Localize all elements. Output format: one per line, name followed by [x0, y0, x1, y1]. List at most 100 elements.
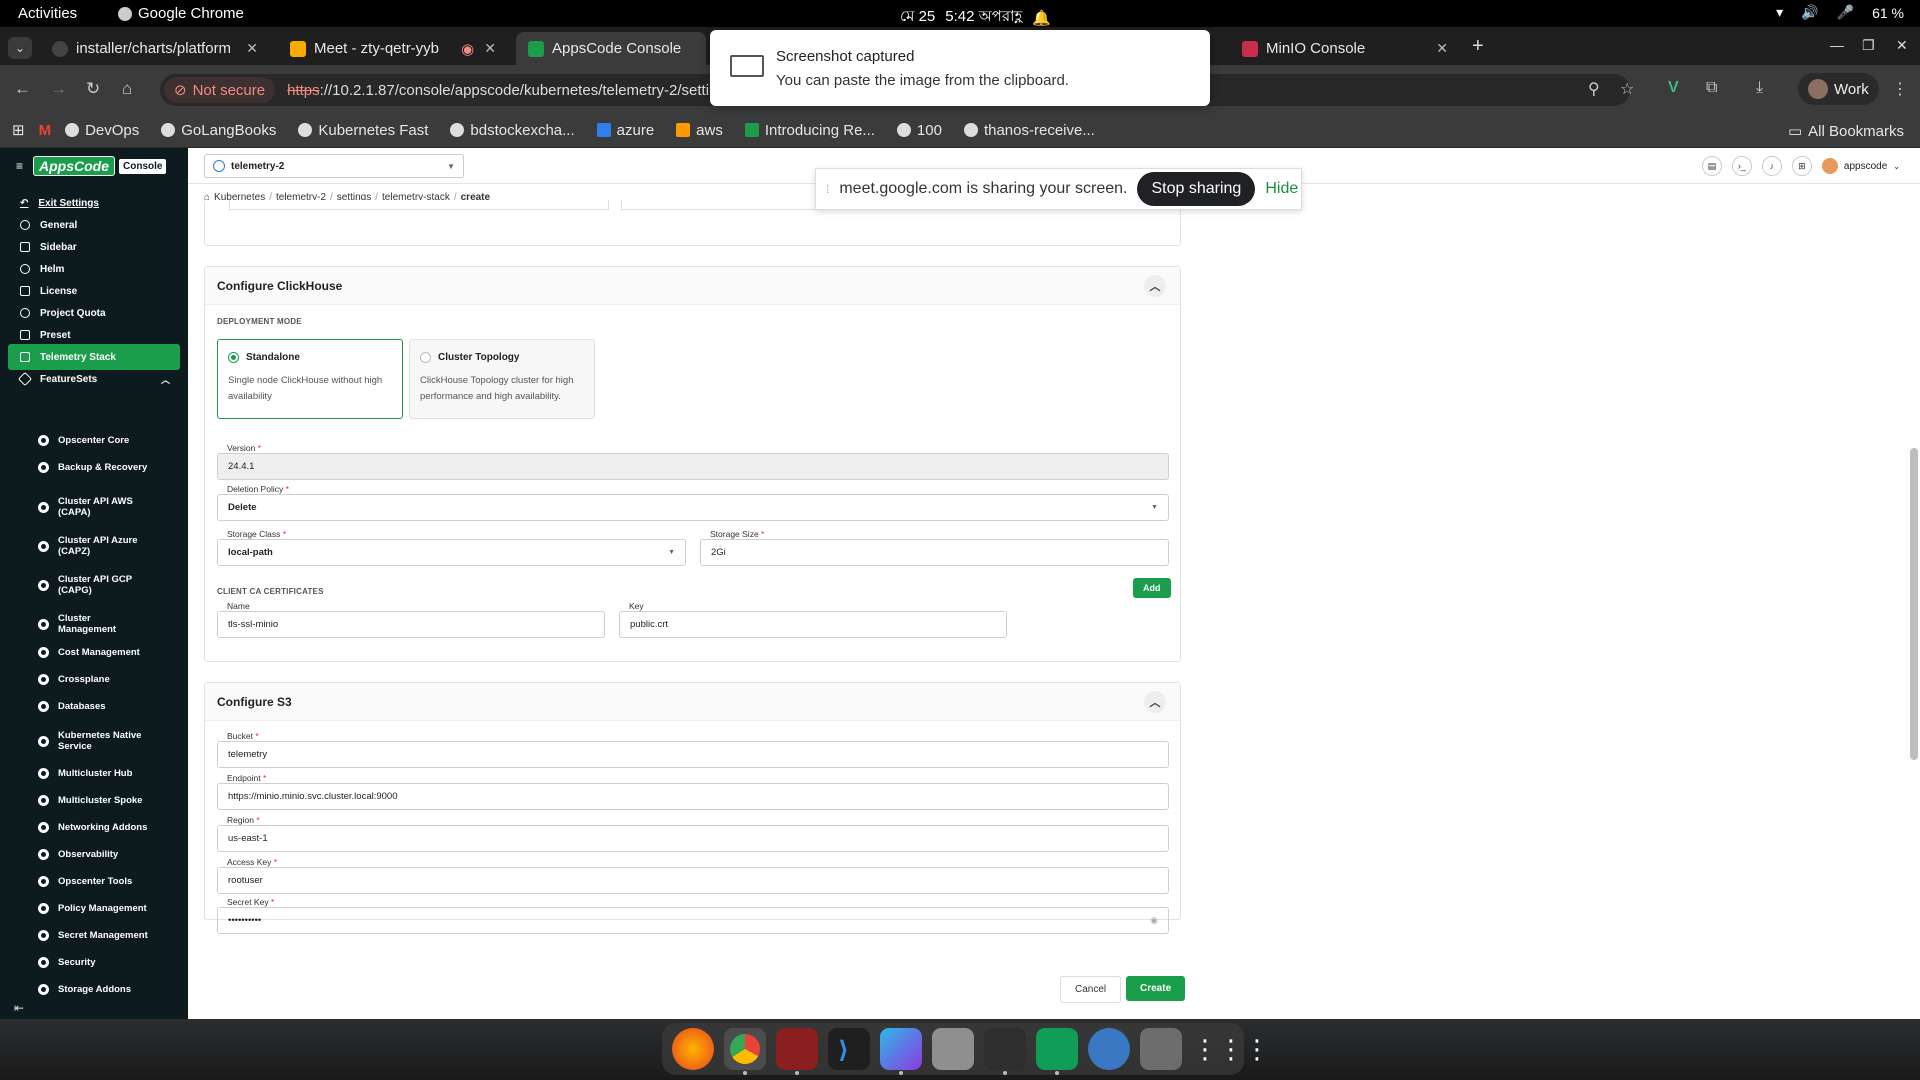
downloads-icon[interactable]: ⤓	[1756, 79, 1763, 97]
section-header[interactable]: Configure S3 ︿	[205, 683, 1180, 721]
close-icon[interactable]: ✕	[1436, 40, 1448, 57]
bookmark-item[interactable]: bdstockexcha...	[450, 122, 575, 139]
apps-icon[interactable]: ⊞	[12, 121, 25, 139]
featureset-item[interactable]: Opscenter Tools	[38, 876, 178, 887]
featureset-item[interactable]: Backup & Recovery	[38, 462, 178, 473]
ca-name-input[interactable]: tls-ssl-minio	[217, 611, 605, 638]
storage-class-select[interactable]: local-path ▼	[217, 539, 686, 566]
close-icon[interactable]: ✕	[484, 40, 496, 57]
featureset-item[interactable]: Secret Management	[38, 930, 178, 941]
sidebar-item-featuresets[interactable]: FeatureSets ︿	[8, 366, 180, 392]
chat-icon[interactable]	[1036, 1028, 1078, 1075]
tab-meet[interactable]: Meet - zty-qetr-yyb ◉ ✕	[278, 32, 508, 65]
stop-sharing-button[interactable]: Stop sharing	[1137, 172, 1256, 206]
tab-installer[interactable]: installer/charts/platform ✕	[40, 32, 270, 65]
region-input[interactable]: us-east-1	[217, 825, 1169, 852]
home-icon[interactable]: ⌂	[122, 79, 132, 99]
close-icon[interactable]: ✕	[246, 40, 258, 57]
drag-handle-icon[interactable]: ⁞	[826, 182, 829, 196]
bookmark-item[interactable]: GoLangBooks	[161, 122, 276, 139]
ca-key-input[interactable]: public.crt	[619, 611, 1007, 638]
featureset-item[interactable]: Cluster API Azure (CAPZ)	[38, 535, 178, 557]
app-menu[interactable]: Google Chrome	[118, 5, 244, 22]
vue-devtools-icon[interactable]: V	[1668, 79, 1679, 97]
chevron-up-icon[interactable]: ︿	[1144, 275, 1166, 297]
featureset-item[interactable]: Cluster Management	[38, 613, 178, 635]
zoom-icon[interactable]: ⚲	[1588, 79, 1600, 99]
system-monitor-icon[interactable]	[984, 1028, 1026, 1075]
qbittorrent-icon[interactable]	[1088, 1028, 1130, 1070]
all-bookmarks[interactable]: ▭ All Bookmarks	[1788, 122, 1904, 141]
goland-icon[interactable]	[880, 1028, 922, 1075]
trash-icon[interactable]	[1140, 1028, 1182, 1070]
apps-grid-icon[interactable]: ⊞	[1791, 156, 1812, 176]
section-header[interactable]: Configure ClickHouse ︿	[205, 267, 1180, 305]
notification-icon[interactable]: ♪	[1761, 156, 1782, 176]
cluster-context-select[interactable]: telemetry-2 ▼	[204, 154, 464, 178]
reload-icon[interactable]: ↻	[86, 79, 100, 99]
radio-unselected[interactable]	[420, 352, 431, 363]
featureset-item[interactable]: Storage Addons	[38, 984, 178, 995]
bookmark-item[interactable]: Introducing Re...	[744, 122, 875, 139]
storage-size-input[interactable]: 2Gi	[700, 539, 1169, 566]
bookmark-item[interactable]: azure	[596, 122, 654, 139]
mode-option-cluster-topology[interactable]: Cluster Topology ClickHouse Topology clu…	[409, 339, 595, 419]
featureset-item[interactable]: Cluster API GCP (CAPG)	[38, 574, 178, 596]
appscode-logo[interactable]: AppsCode Console	[33, 156, 167, 176]
featureset-item[interactable]: Opscenter Core	[38, 435, 178, 446]
gmail-icon[interactable]: M	[39, 122, 52, 139]
terminal-icon[interactable]	[776, 1028, 818, 1075]
bookmark-item[interactable]: Kubernetes Fast	[298, 122, 428, 139]
page-scrollbar[interactable]	[1910, 448, 1918, 760]
profile-chip[interactable]: Work	[1798, 73, 1879, 105]
docs-icon[interactable]: ▤	[1701, 156, 1722, 176]
firefox-icon[interactable]	[672, 1028, 714, 1070]
bookmark-item[interactable]: thanos-receive...	[963, 122, 1095, 139]
create-button[interactable]: Create	[1126, 976, 1186, 1001]
featureset-item[interactable]: Multicluster Hub	[38, 768, 178, 779]
featureset-item[interactable]: Networking Addons	[38, 822, 178, 833]
featureset-item[interactable]: Cluster API AWS (CAPA)	[38, 496, 178, 518]
bookmark-item[interactable]: DevOps	[65, 122, 139, 139]
bucket-input[interactable]: telemetry	[217, 741, 1169, 768]
featureset-item[interactable]: Crossplane	[38, 674, 178, 685]
version-input[interactable]: 24.4.1	[217, 453, 1169, 480]
kebab-menu-icon[interactable]: ⋮	[1892, 79, 1908, 99]
bookmark-star-icon[interactable]: ☆	[1620, 79, 1634, 99]
endpoint-input[interactable]: https://minio.minio.svc.cluster.local:90…	[217, 783, 1169, 810]
featureset-item[interactable]: Policy Management	[38, 903, 178, 914]
bookmark-item[interactable]: 100	[896, 122, 942, 139]
screenshot-notification[interactable]: Screenshot captured You can paste the im…	[710, 30, 1210, 106]
tab-search-button[interactable]: ⌄	[8, 37, 32, 59]
close-window-icon[interactable]: ✕	[1896, 37, 1908, 54]
access-key-input[interactable]: rootuser	[217, 867, 1169, 894]
back-icon[interactable]: ←	[14, 79, 31, 99]
featureset-item[interactable]: Kubernetes Native Service	[38, 730, 178, 752]
apps-grid-icon[interactable]: ⋮⋮⋮	[1192, 1028, 1270, 1070]
input-field[interactable]	[229, 200, 609, 210]
new-tab-button[interactable]: +	[1472, 35, 1484, 58]
terminal-icon[interactable]: ›_	[1731, 156, 1752, 176]
system-tray[interactable]: ▾ 🔊 🎤 61 %	[1776, 4, 1904, 21]
bookmark-item[interactable]: aws	[676, 122, 723, 139]
cancel-button[interactable]: Cancel	[1060, 976, 1122, 1003]
mode-option-standalone[interactable]: Standalone Single node ClickHouse withou…	[217, 339, 403, 419]
user-menu[interactable]: appscode ⌄	[1821, 158, 1900, 174]
tab-appscode-console[interactable]: AppsCode Console	[516, 32, 706, 65]
menu-icon[interactable]: ≡	[16, 159, 23, 173]
tab-minio[interactable]: MinIO Console ✕	[1230, 32, 1460, 65]
maximize-icon[interactable]: ❐	[1862, 37, 1875, 54]
featureset-item[interactable]: Security	[38, 957, 178, 968]
extensions-icon[interactable]: ⧉	[1706, 79, 1717, 97]
minimize-icon[interactable]: —	[1830, 37, 1844, 53]
secret-key-input[interactable]: •••••••••• ◉	[217, 907, 1169, 934]
featureset-item[interactable]: Databases	[38, 701, 178, 712]
hide-button[interactable]: Hide	[1265, 180, 1298, 198]
not-secure-chip[interactable]: ⊘ Not secure	[164, 77, 276, 103]
vscode-icon[interactable]: ⟩	[828, 1028, 870, 1070]
chrome-icon[interactable]	[724, 1028, 766, 1075]
files-icon[interactable]	[932, 1028, 974, 1070]
forward-icon[interactable]: →	[50, 79, 67, 99]
featureset-item[interactable]: Observability	[38, 849, 178, 860]
featureset-item[interactable]: Cost Management	[38, 647, 178, 658]
